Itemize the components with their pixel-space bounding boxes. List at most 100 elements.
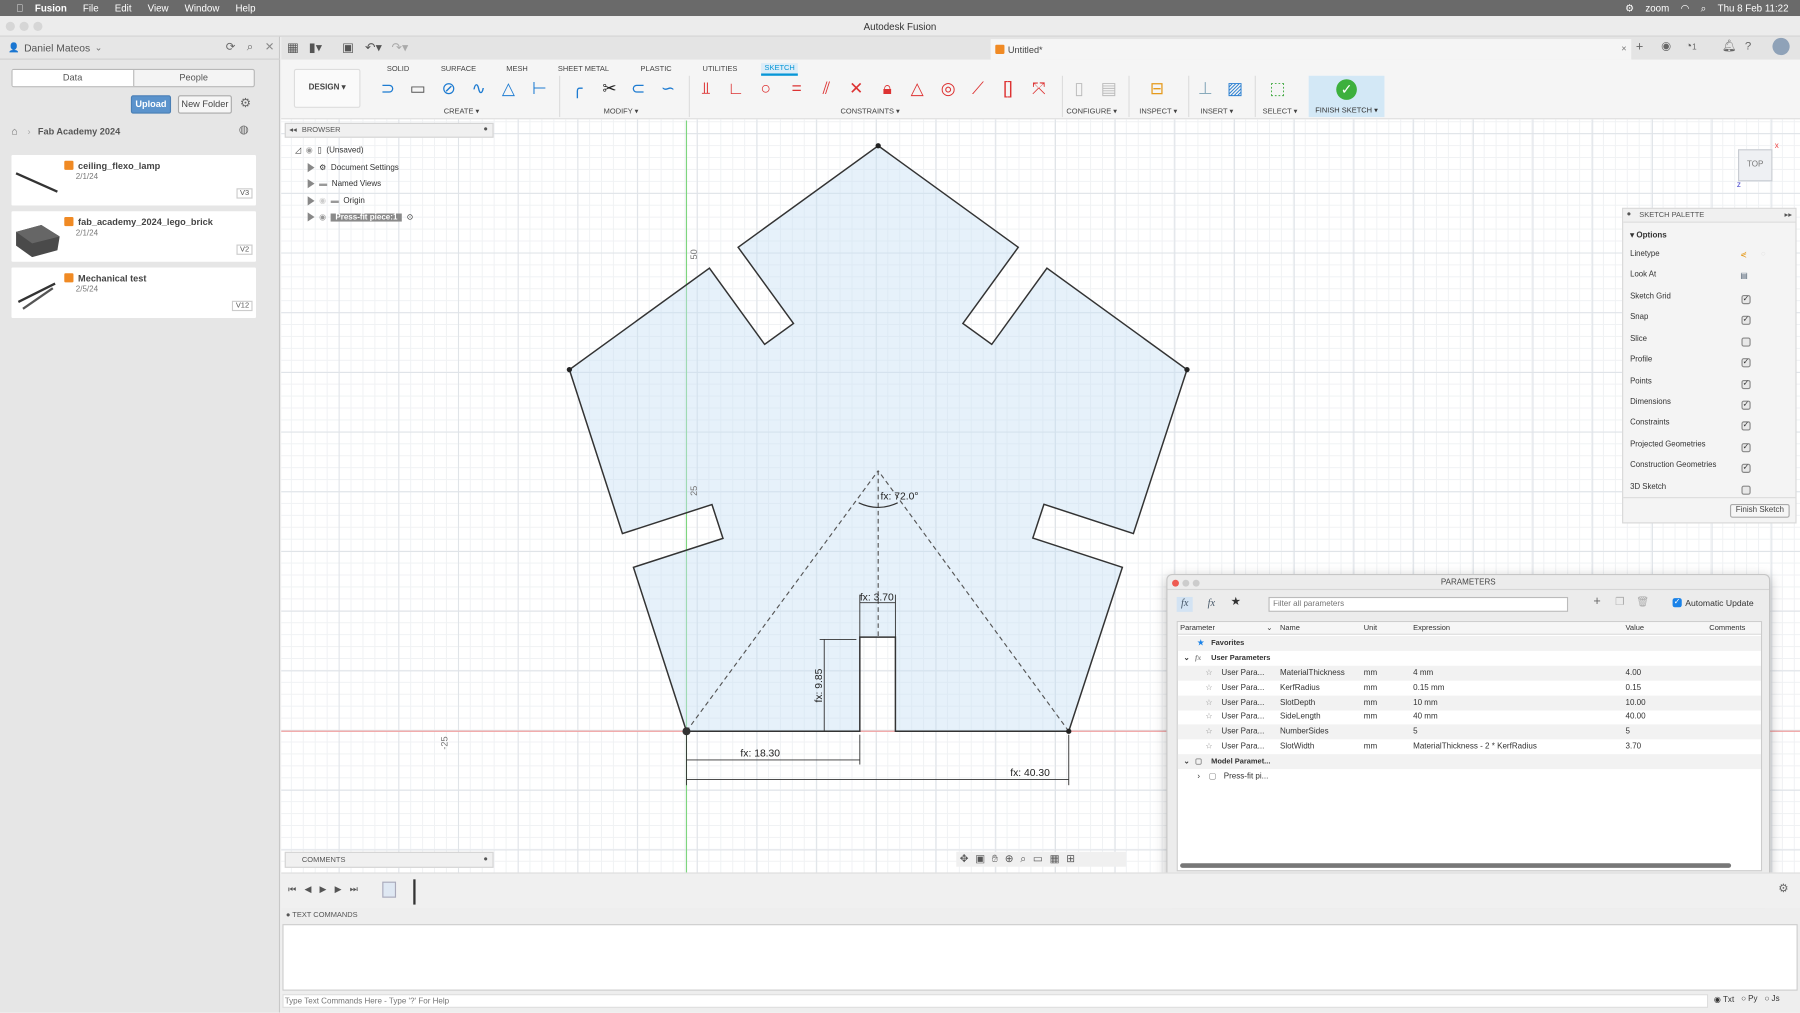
- browser-header[interactable]: ◂◂ BROWSER ●: [284, 122, 494, 138]
- column-header-unit[interactable]: Unit: [1364, 622, 1377, 635]
- text-command-input[interactable]: [282, 994, 1709, 1008]
- all-parameters-fx-icon[interactable]: fx: [1176, 596, 1193, 612]
- cell-expression[interactable]: 4 mm: [1413, 666, 1433, 681]
- finish-sketch-palette-button[interactable]: Finish Sketch: [1729, 503, 1790, 518]
- table-row[interactable]: ☆ User Para... NumberSides 5 5: [1177, 724, 1761, 740]
- view-cube[interactable]: TOP: [1738, 149, 1773, 182]
- cell-expression[interactable]: 10 mm: [1413, 695, 1438, 710]
- collapse-chevron-icon[interactable]: ⌄: [1184, 754, 1190, 769]
- step-back-icon[interactable]: ◀: [304, 884, 311, 895]
- tree-item-origin[interactable]: ◉ ▬ Origin: [307, 194, 365, 208]
- column-header-value[interactable]: Value: [1626, 622, 1645, 635]
- horizontal-scrollbar[interactable]: [1180, 863, 1732, 868]
- activate-radio-icon[interactable]: ⊙: [407, 212, 414, 222]
- favorites-star-icon[interactable]: ★: [1231, 596, 1241, 609]
- pin-icon[interactable]: ●: [1627, 210, 1632, 218]
- play-icon[interactable]: ▶: [320, 884, 327, 895]
- user-parameters-group-row[interactable]: ⌄ fx User Parameters: [1178, 651, 1761, 666]
- overall-dimension[interactable]: fx: 40.30: [1010, 768, 1050, 779]
- cell-expression[interactable]: 5: [1413, 725, 1417, 740]
- expand-icon[interactable]: [307, 196, 315, 206]
- cell-name[interactable]: MaterialThickness: [1280, 666, 1345, 681]
- palette-option-checkbox[interactable]: [1741, 485, 1751, 495]
- eye-icon[interactable]: ◉: [306, 146, 313, 155]
- palette-option-checkbox[interactable]: ✓: [1741, 463, 1751, 474]
- table-row[interactable]: ☆ User Para... SlotWidth mm MaterialThicknes…: [1178, 739, 1761, 754]
- star-outline-icon[interactable]: ☆: [1205, 739, 1212, 754]
- eye-icon[interactable]: ◉: [319, 212, 326, 222]
- construction-linetype-icon[interactable]: ⋞: [1740, 250, 1747, 259]
- skip-start-icon[interactable]: ⏮︎: [288, 884, 296, 895]
- grid-settings-icon[interactable]: ▦: [1050, 853, 1060, 866]
- sort-chevron-icon[interactable]: ⌄: [1266, 622, 1272, 635]
- palette-option-checkbox[interactable]: ✓: [1741, 379, 1751, 389]
- offset-dimension[interactable]: fx: 18.30: [740, 749, 780, 760]
- copy-parameter-icon[interactable]: ❐: [1615, 596, 1624, 609]
- eye-hidden-icon[interactable]: ◉: [319, 196, 326, 205]
- palette-option-checkbox[interactable]: ✓: [1741, 421, 1751, 431]
- delete-parameter-icon[interactable]: 🗑︎: [1636, 596, 1649, 609]
- fit-icon[interactable]: ⌕: [1020, 853, 1026, 866]
- collapse-triangle-icon[interactable]: ◿: [295, 146, 301, 155]
- user-parameters-fx-icon[interactable]: fx: [1208, 597, 1215, 608]
- pan-hand-icon[interactable]: ✋︎: [992, 853, 998, 866]
- column-header-comments[interactable]: Comments: [1709, 622, 1745, 635]
- pin-icon[interactable]: ●: [483, 855, 488, 863]
- add-parameter-icon[interactable]: +: [1593, 595, 1600, 609]
- cell-name[interactable]: KerfRadius: [1280, 681, 1320, 696]
- palette-option-checkbox[interactable]: ✓: [1741, 442, 1751, 453]
- tree-item-root[interactable]: ◿ ◉ ▯ (Unsaved): [295, 143, 363, 157]
- viewports-icon[interactable]: ⊞: [1066, 853, 1075, 866]
- column-header-expression[interactable]: Expression: [1413, 622, 1450, 635]
- expand-icon[interactable]: [307, 212, 315, 222]
- skip-end-icon[interactable]: ⏭︎: [350, 884, 358, 895]
- tree-item-press-fit-piece[interactable]: ◉ Press-fit piece:1 ⊙: [307, 210, 414, 224]
- sketch-feature-icon[interactable]: [382, 881, 397, 898]
- mode-txt-radio[interactable]: ◉ Txt: [1714, 995, 1734, 1004]
- origin-point[interactable]: [682, 727, 691, 736]
- slot-width-dimension[interactable]: fx: 3.70: [860, 592, 894, 603]
- column-header-name[interactable]: Name: [1280, 622, 1300, 635]
- collapse-icon[interactable]: ◂◂: [289, 125, 296, 134]
- table-row[interactable]: ☆ User Para... KerfRadius mm 0.15 mm 0.15: [1178, 681, 1761, 696]
- expand-icon[interactable]: [307, 163, 315, 173]
- pentagon-profile[interactable]: [568, 144, 1188, 732]
- model-parameters-group-row[interactable]: ⌄ ▢ Model Paramet...: [1177, 754, 1761, 770]
- filter-parameters-input[interactable]: [1268, 596, 1569, 612]
- star-outline-icon[interactable]: ☆: [1205, 695, 1212, 710]
- zoom-icon[interactable]: ⊕: [1005, 853, 1014, 866]
- collapse-chevron-icon[interactable]: ⌄: [1184, 651, 1190, 666]
- options-section[interactable]: ▾ Options: [1630, 231, 1667, 240]
- palette-option-checkbox[interactable]: [1741, 337, 1751, 347]
- star-outline-icon[interactable]: ☆: [1205, 681, 1212, 696]
- expand-chevron-icon[interactable]: ›: [1197, 769, 1200, 784]
- cell-name[interactable]: SlotWidth: [1280, 739, 1314, 754]
- favorites-group-row[interactable]: ★ Favorites: [1177, 635, 1761, 651]
- table-row[interactable]: ☆ User Para... SideLength mm 40 mm 40.00: [1178, 710, 1761, 725]
- expand-icon[interactable]: [307, 179, 315, 189]
- tree-item-document-settings[interactable]: ⚙ Document Settings: [307, 161, 399, 175]
- text-commands-header[interactable]: ● TEXT COMMANDS: [286, 911, 358, 919]
- mode-py-radio[interactable]: ○ Py: [1741, 995, 1757, 1004]
- centerline-linetype-icon[interactable]: ◌: [1761, 250, 1766, 258]
- orbit-icon[interactable]: ✥: [960, 853, 969, 866]
- cell-name[interactable]: SlotDepth: [1280, 695, 1315, 710]
- tree-item-named-views[interactable]: ▬ Named Views: [307, 177, 381, 191]
- palette-option-checkbox[interactable]: ✓: [1741, 400, 1751, 410]
- display-settings-icon[interactable]: ▭: [1033, 853, 1043, 866]
- look-at-icon[interactable]: ▤: [1740, 271, 1747, 280]
- cell-expression[interactable]: MaterialThickness - 2 * KerfRadius: [1413, 739, 1537, 754]
- timeline-marker[interactable]: [413, 879, 416, 905]
- look-at-icon[interactable]: ▣: [975, 853, 985, 866]
- cell-name[interactable]: SideLength: [1280, 710, 1321, 725]
- cell-expression[interactable]: 40 mm: [1413, 710, 1438, 725]
- table-row[interactable]: ☆ User Para... MaterialThickness mm 4 mm 4.00: [1177, 665, 1761, 681]
- slot-depth-dimension[interactable]: fx: 9.85: [814, 668, 825, 702]
- step-forward-icon[interactable]: ▶: [335, 884, 342, 895]
- star-outline-icon[interactable]: ☆: [1205, 666, 1212, 681]
- expand-icon[interactable]: ▸▸: [1784, 210, 1791, 219]
- angle-dimension[interactable]: fx: 72.0°: [880, 491, 918, 502]
- timeline-settings-gear-icon[interactable]: ⚙: [1778, 883, 1788, 896]
- model-child-row[interactable]: › ▢ Press-fit pi...: [1178, 769, 1761, 784]
- star-outline-icon[interactable]: ☆: [1205, 710, 1212, 725]
